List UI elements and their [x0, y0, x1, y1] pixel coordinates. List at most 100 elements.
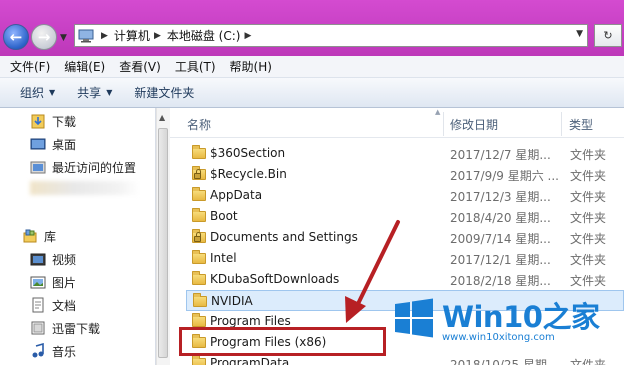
title-bar: ← → ▼ ▶ 计算机 ▶ 本地磁盘 (C:) ▶ ▼ ↻: [0, 0, 624, 56]
file-row[interactable]: Intel 2017/12/1 星期... 文件夹: [186, 248, 624, 269]
nav-item-music[interactable]: 音乐: [30, 341, 76, 361]
folder-icon: [192, 355, 208, 365]
address-dropdown-icon[interactable]: ▼: [576, 29, 583, 39]
nav-item-label: 音乐: [52, 344, 77, 359]
nav-item-xunlei-downloads[interactable]: 迅雷下载: [30, 318, 100, 338]
file-type: 文件夹: [570, 253, 607, 267]
organize-button[interactable]: 组织 ▼: [20, 84, 55, 101]
file-type: 文件夹: [570, 190, 607, 204]
nav-item-label: 库: [44, 229, 57, 244]
nav-item-label: 迅雷下载: [52, 321, 101, 336]
nav-item-label: 下载: [52, 114, 77, 129]
annotation-highlight-box: [179, 327, 386, 356]
nav-item-desktop[interactable]: 桌面: [30, 134, 76, 154]
nav-item-label: 最近访问的位置: [52, 160, 137, 175]
file-row[interactable]: Boot 2018/4/20 星期... 文件夹: [186, 206, 624, 227]
column-divider[interactable]: [561, 112, 562, 136]
nav-item-libraries[interactable]: 库: [22, 226, 56, 246]
nav-item-label: 视频: [52, 252, 77, 267]
scroll-up-icon[interactable]: ▲: [159, 113, 165, 122]
breadcrumb-local-disk[interactable]: 本地磁盘 (C:): [167, 27, 241, 44]
column-header-name[interactable]: 名称: [187, 116, 211, 133]
breadcrumb-separator-icon[interactable]: ▶: [101, 31, 108, 41]
menu-file[interactable]: 文件(F): [10, 58, 50, 75]
folder-icon: [192, 208, 208, 223]
file-row[interactable]: AppData 2017/12/3 星期... 文件夹: [186, 185, 624, 206]
file-date: 2017/12/3 星期...: [450, 190, 551, 204]
command-bar: 组织 ▼ 共享 ▼ 新建文件夹: [0, 78, 624, 108]
address-bar[interactable]: ▶ 计算机 ▶ 本地磁盘 (C:) ▶ ▼: [74, 24, 588, 47]
file-row[interactable]: KDubaSoftDownloads 2018/2/18 星期... 文件夹: [186, 269, 624, 290]
folder-icon: [192, 187, 208, 202]
picture-library-icon: [30, 274, 46, 290]
breadcrumb-separator-icon[interactable]: ▶: [244, 31, 251, 41]
back-button[interactable]: ←: [3, 24, 29, 50]
file-name: Documents and Settings: [210, 230, 358, 244]
file-date: 2017/12/7 星期...: [450, 148, 551, 162]
nav-item-label: 图片: [52, 275, 77, 290]
folder-icon: [192, 145, 208, 160]
windows-logo-icon: [395, 298, 433, 338]
file-name: Program Files: [210, 314, 291, 328]
share-label: 共享: [77, 86, 102, 100]
library-icon: [22, 228, 38, 244]
folder-icon: [193, 293, 209, 308]
file-row[interactable]: $360Section 2017/12/7 星期... 文件夹: [186, 143, 624, 164]
share-button[interactable]: 共享 ▼: [77, 84, 112, 101]
navigation-pane: 下载 桌面 最近访问的位置 库 视频 图片 文档 迅雷下载 音乐: [0, 108, 156, 365]
nav-item-recent-places[interactable]: 最近访问的位置: [30, 157, 136, 177]
refresh-button[interactable]: ↻: [594, 24, 622, 47]
watermark-title: Win10之家: [442, 294, 600, 336]
menu-tools[interactable]: 工具(T): [175, 58, 216, 75]
file-row[interactable]: $Recycle.Bin 2017/9/9 星期六 ... 文件夹: [186, 164, 624, 185]
menu-view[interactable]: 查看(V): [119, 58, 161, 75]
lock-icon: [194, 169, 201, 179]
xunlei-download-icon: [30, 320, 46, 336]
nav-item-documents[interactable]: 文档: [30, 295, 76, 315]
locked-folder-icon: [192, 229, 208, 244]
folder-icon: [192, 250, 208, 265]
new-folder-label: 新建文件夹: [134, 86, 195, 100]
column-divider[interactable]: [443, 112, 444, 136]
file-row[interactable]: Documents and Settings 2009/7/14 星期... 文件夹: [186, 227, 624, 248]
file-type: 文件夹: [570, 211, 607, 225]
breadcrumb-computer[interactable]: 计算机: [114, 27, 150, 44]
file-name: NVIDIA: [211, 294, 253, 308]
file-date: 2017/9/9 星期六 ...: [450, 169, 559, 183]
recent-places-icon: [30, 159, 46, 175]
computer-icon: [75, 25, 97, 46]
file-name: $360Section: [210, 146, 286, 160]
video-library-icon: [30, 251, 46, 267]
desktop-icon: [30, 136, 46, 152]
nav-item-videos[interactable]: 视频: [30, 249, 76, 269]
column-header-type[interactable]: 类型: [569, 116, 593, 133]
watermark-title-zh: 之家: [542, 300, 600, 334]
breadcrumb-separator-icon[interactable]: ▶: [154, 31, 161, 41]
new-folder-button[interactable]: 新建文件夹: [134, 84, 194, 101]
downloads-folder-icon: [30, 113, 46, 129]
file-name: Intel: [210, 251, 237, 265]
chevron-down-icon: ▼: [49, 88, 56, 97]
nav-item-label: 文档: [52, 298, 77, 313]
file-type: 文件夹: [570, 148, 607, 162]
nav-item-pictures[interactable]: 图片: [30, 272, 76, 292]
column-header-date[interactable]: 修改日期: [450, 116, 498, 133]
menu-bar: 文件(F) 编辑(E) 查看(V) 工具(T) 帮助(H): [0, 56, 624, 78]
file-type: 文件夹: [570, 169, 607, 183]
nav-scrollbar-thumb[interactable]: [158, 128, 168, 358]
watermark: Win10之家 www.win10xitong.com: [390, 296, 624, 365]
menu-help[interactable]: 帮助(H): [230, 58, 272, 75]
menu-edit[interactable]: 编辑(E): [64, 58, 105, 75]
file-name: ProgramData: [210, 356, 290, 365]
chevron-down-icon: ▼: [106, 88, 113, 97]
nav-item-downloads[interactable]: 下载: [30, 111, 76, 131]
music-library-icon: [30, 342, 46, 359]
history-dropdown-icon[interactable]: ▼: [60, 33, 67, 43]
file-date: 2018/2/18 星期...: [450, 274, 551, 288]
organize-label: 组织: [20, 86, 45, 100]
column-headers: ▲ 名称 修改日期 类型: [170, 108, 624, 138]
file-type: 文件夹: [570, 232, 607, 246]
sort-indicator-icon: ▲: [435, 108, 441, 116]
folder-icon: [192, 313, 208, 328]
forward-button[interactable]: →: [31, 24, 57, 50]
